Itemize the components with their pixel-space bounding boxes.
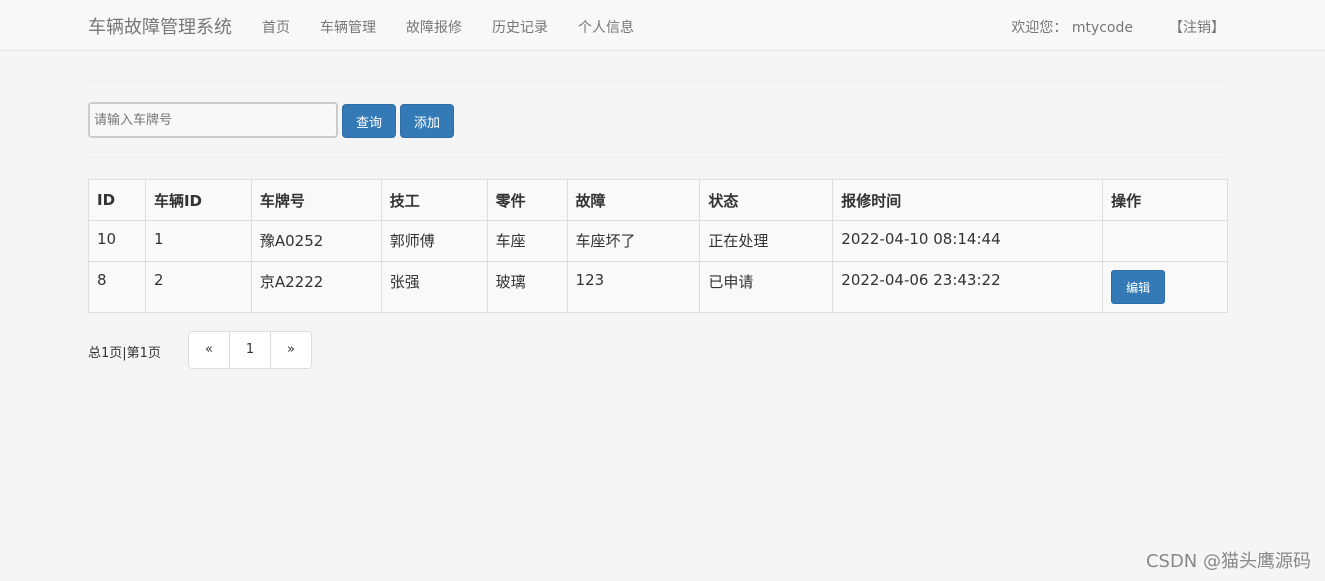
plate-search-input[interactable]	[88, 102, 338, 138]
header-actions: 操作	[1102, 179, 1228, 221]
cell-repair-time: 2022-04-06 23:43:22	[832, 261, 1104, 313]
cell-id: 8	[88, 261, 146, 313]
repair-table: ID 车辆ID 车牌号 技工 零件 故障 状态 报修时间 操作 10 1 豫A0…	[88, 179, 1228, 313]
table-row: 8 2 京A2222 张强 玻璃 123 已申请 2022-04-06 23:4…	[88, 261, 1228, 313]
cell-actions	[1102, 220, 1228, 262]
nav-history[interactable]: 历史记录	[492, 17, 548, 37]
cell-technician: 张强	[380, 261, 488, 313]
cell-status: 正在处理	[699, 220, 834, 262]
watermark: CSDN @猫头鹰源码	[1145, 551, 1311, 572]
welcome-text: 欢迎您： mtycode	[1011, 20, 1133, 36]
table-row: 10 1 豫A0252 郭师傅 车座 车座坏了 正在处理 2022-04-10 …	[88, 220, 1228, 262]
cell-part: 玻璃	[486, 261, 568, 313]
header-fault: 故障	[566, 179, 701, 221]
nav-home[interactable]: 首页	[262, 17, 290, 37]
header-id: ID	[88, 179, 146, 221]
query-button[interactable]: 查询	[342, 104, 396, 138]
nav-vehicle-management[interactable]: 车辆管理	[320, 17, 376, 37]
header-part: 零件	[486, 179, 568, 221]
header-plate: 车牌号	[250, 179, 382, 221]
top-navbar: 车辆故障管理系统 首页 车辆管理 故障报修 历史记录 个人信息 欢迎您： mty…	[0, 0, 1325, 51]
nav-profile[interactable]: 个人信息	[578, 17, 634, 37]
edit-button[interactable]: 编辑	[1111, 270, 1166, 304]
user-area: 欢迎您： mtycode 【注销】	[1011, 17, 1225, 37]
cell-status: 已申请	[699, 261, 834, 313]
cell-fault: 车座坏了	[566, 220, 701, 262]
header-technician: 技工	[380, 179, 488, 221]
next-page-button[interactable]: »	[271, 332, 311, 368]
cell-technician: 郭师傅	[380, 220, 488, 262]
cell-vehicle-id: 2	[144, 261, 252, 313]
brand-title[interactable]: 车辆故障管理系统	[88, 13, 232, 39]
header-vehicle-id: 车辆ID	[144, 179, 252, 221]
page-info: 总1页|第1页	[88, 346, 161, 361]
logout-link[interactable]: 【注销】	[1169, 17, 1225, 37]
nav-links: 首页 车辆管理 故障报修 历史记录 个人信息	[262, 17, 664, 37]
cell-vehicle-id: 1	[144, 220, 252, 262]
cell-fault: 123	[566, 261, 701, 313]
cell-plate: 豫A0252	[250, 220, 382, 262]
table-header-row: ID 车辆ID 车牌号 技工 零件 故障 状态 报修时间 操作	[88, 179, 1228, 221]
cell-repair-time: 2022-04-10 08:14:44	[832, 220, 1104, 262]
add-button[interactable]: 添加	[400, 104, 454, 138]
cell-id: 10	[88, 220, 146, 262]
cell-actions: 编辑	[1102, 261, 1228, 313]
pagination: « 1 »	[188, 331, 312, 369]
header-status: 状态	[699, 179, 834, 221]
cell-part: 车座	[486, 220, 568, 262]
divider-top	[88, 81, 1228, 82]
prev-page-button[interactable]: «	[189, 332, 230, 368]
header-repair-time: 报修时间	[832, 179, 1104, 221]
divider-bottom	[88, 157, 1228, 158]
nav-fault-repair[interactable]: 故障报修	[406, 17, 462, 37]
page-1-button[interactable]: 1	[230, 332, 271, 368]
cell-plate: 京A2222	[250, 261, 382, 313]
